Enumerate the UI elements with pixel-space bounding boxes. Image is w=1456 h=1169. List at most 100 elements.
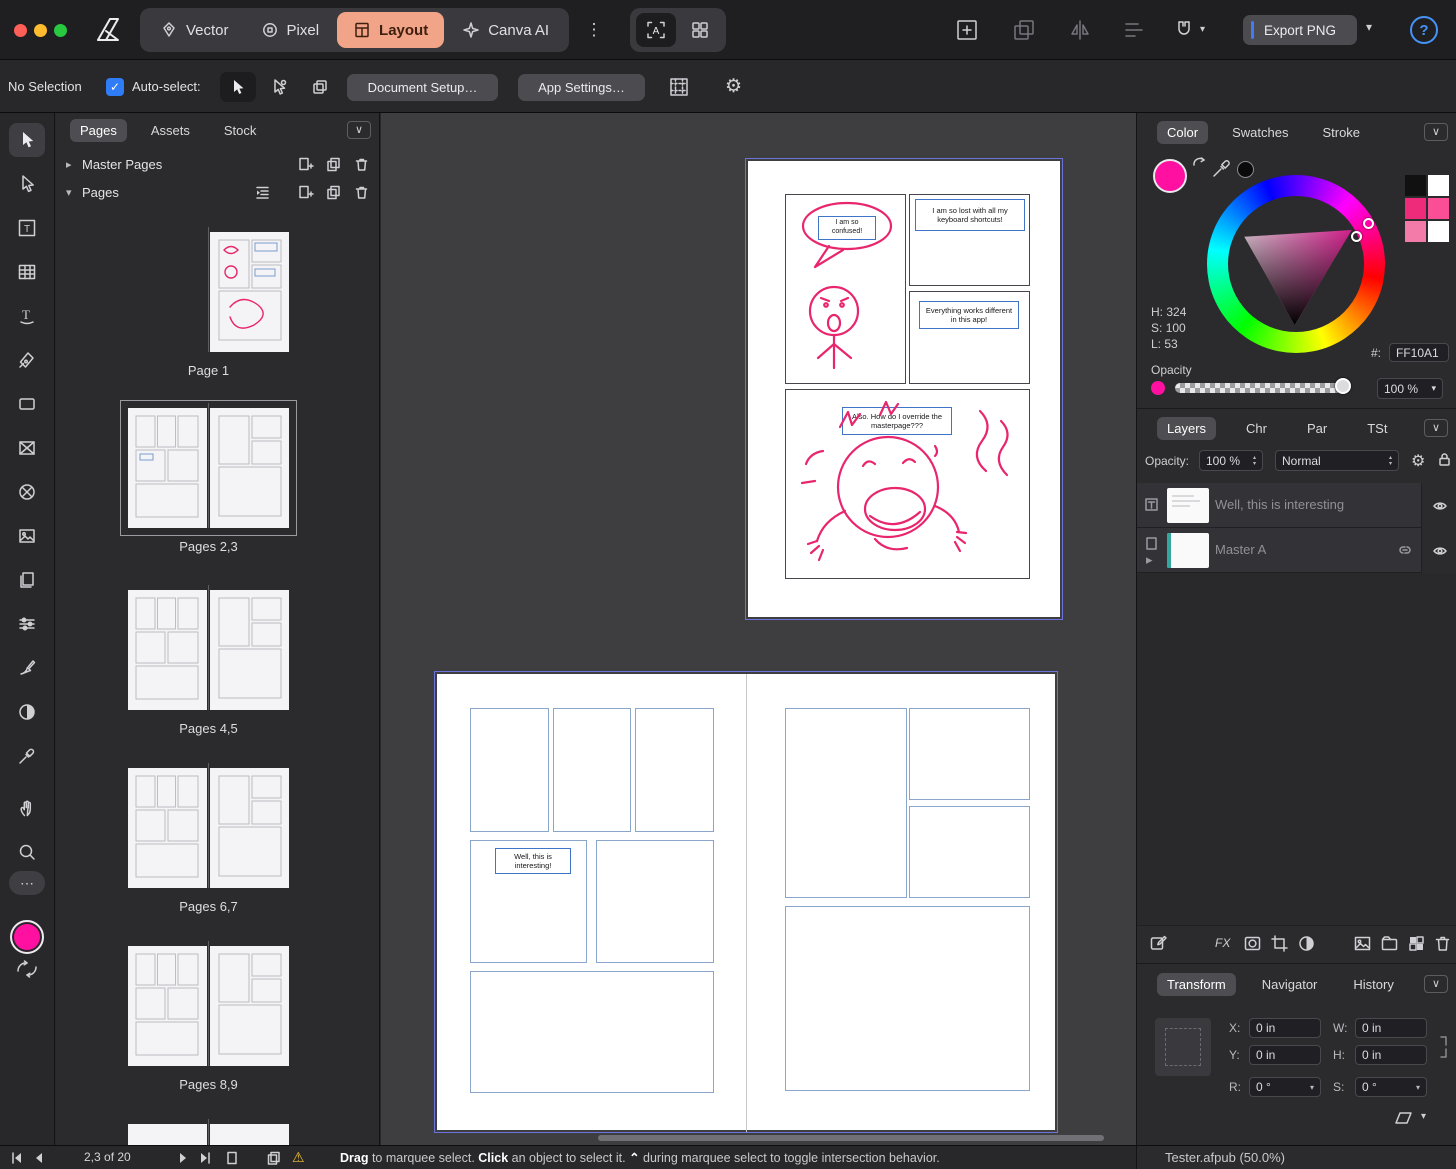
color-panel-menu-chevron[interactable]: ∨ <box>1424 123 1448 141</box>
adjustments-tool[interactable] <box>9 607 45 641</box>
hex-input[interactable]: FF10A1 <box>1389 343 1449 362</box>
previous-page-button[interactable] <box>32 1151 46 1165</box>
page-thumbnail-2-3[interactable]: Pages 2,3 <box>128 408 289 528</box>
active-color-indicator[interactable] <box>9 917 45 957</box>
auto-select-checkbox[interactable]: ✓ <box>106 78 124 96</box>
grid-options-button[interactable] <box>680 13 720 47</box>
duplicate-master-page-icon[interactable] <box>325 156 342 173</box>
tab-transform[interactable]: Transform <box>1157 973 1236 996</box>
select-cursor-button[interactable] <box>220 72 256 102</box>
tab-navigator[interactable]: Navigator <box>1252 973 1328 996</box>
page-thumbnail-8-9[interactable]: Pages 8,9 <box>128 946 289 1066</box>
publication-pages-tool[interactable] <box>9 563 45 597</box>
swatch[interactable] <box>1428 198 1449 219</box>
empty-panel-frame[interactable] <box>596 840 714 963</box>
empty-panel-frame[interactable] <box>470 708 549 832</box>
artistic-text-tool[interactable]: T <box>9 299 45 333</box>
pages-panel-menu-chevron[interactable]: ∨ <box>347 121 371 139</box>
horizontal-scrollbar[interactable] <box>598 1135 1104 1141</box>
delete-master-page-icon[interactable] <box>353 156 370 173</box>
table-tool[interactable] <box>9 255 45 289</box>
persona-pixel[interactable]: Pixel <box>245 8 336 52</box>
persona-vector[interactable]: Vector <box>144 8 245 52</box>
last-page-button[interactable] <box>198 1151 212 1165</box>
speech-bubble-text-frame[interactable]: I am so confused! <box>818 216 876 240</box>
rectangle-tool[interactable] <box>9 387 45 421</box>
swatch[interactable] <box>1428 175 1449 196</box>
page-thumbnail-partial[interactable] <box>128 1124 289 1145</box>
sl-selector-dot[interactable] <box>1351 231 1362 242</box>
persona-layout[interactable]: Layout <box>337 12 444 48</box>
shear-mode-chevron[interactable]: ▾ <box>1421 1111 1426 1122</box>
add-group-icon[interactable] <box>1380 934 1399 953</box>
flip-horizontal-button[interactable] <box>1068 18 1092 42</box>
add-page-icon[interactable] <box>297 184 314 201</box>
swatch[interactable] <box>1405 221 1426 242</box>
apply-master-icon[interactable] <box>254 184 271 201</box>
move-tool[interactable] <box>9 123 45 157</box>
color-picker-eyedropper-icon[interactable] <box>1211 157 1233 179</box>
hand-tool[interactable] <box>9 791 45 825</box>
more-tools-button[interactable]: ⋯ <box>9 871 45 895</box>
export-png-button[interactable]: Export PNG <box>1243 15 1357 45</box>
tab-layers[interactable]: Layers <box>1157 417 1216 440</box>
tab-tst[interactable]: TSt <box>1357 417 1397 440</box>
spread-view-button[interactable] <box>266 1150 282 1166</box>
layer-settings-gear-icon[interactable]: ⚙ <box>1411 451 1425 471</box>
empty-panel-frame[interactable] <box>470 971 714 1093</box>
add-adjustment-icon[interactable] <box>1407 934 1426 953</box>
persona-canva-ai[interactable]: Canva AI <box>446 8 565 52</box>
text-frame[interactable]: I am so lost with all my keyboard shortc… <box>915 199 1025 231</box>
document-canvas[interactable]: I am so confused! I am so lost with all … <box>381 113 1136 1145</box>
rotation-input[interactable]: 0 °▾ <box>1249 1077 1321 1097</box>
opacity-value-dropdown[interactable]: 100 % ▾ <box>1377 378 1443 399</box>
persona-overflow-menu[interactable]: ⋮ <box>584 18 604 42</box>
snapping-magnet-button[interactable] <box>1172 18 1196 42</box>
text-frame-well-interesting[interactable]: Well, this is interesting! <box>495 848 571 874</box>
tab-pages[interactable]: Pages <box>70 119 127 142</box>
empty-panel-frame[interactable] <box>785 708 907 898</box>
tab-stock[interactable]: Stock <box>214 119 267 142</box>
w-input[interactable]: 0 in <box>1355 1018 1427 1038</box>
margins-guides-button[interactable] <box>668 76 690 98</box>
duplicate-page-icon[interactable] <box>325 184 342 201</box>
picture-frame-rectangle-tool[interactable] <box>9 431 45 465</box>
tab-swatches[interactable]: Swatches <box>1222 121 1298 144</box>
link-dimensions-icon[interactable] <box>1437 1033 1449 1061</box>
text-frame[interactable]: Everything works different in this app! <box>919 301 1019 329</box>
fill-gradient-tool[interactable] <box>9 695 45 729</box>
document-pages-2-3[interactable]: Well, this is interesting! <box>437 674 1055 1130</box>
mask-icon[interactable] <box>1243 934 1262 953</box>
tab-stroke[interactable]: Stroke <box>1312 121 1370 144</box>
edit-layer-icon[interactable] <box>1149 934 1168 953</box>
tab-color[interactable]: Color <box>1157 121 1208 144</box>
page-thumbnail-1[interactable]: Page 1 <box>128 232 289 352</box>
snapping-dropdown-chevron[interactable]: ▾ <box>1200 24 1205 35</box>
spread-page-1[interactable]: I am so confused! I am so lost with all … <box>745 158 1063 620</box>
preferences-gear-button[interactable]: ⚙ <box>725 75 742 98</box>
pages-collapse-chevron[interactable]: ▾ <box>66 186 80 199</box>
page-thumbnail-4-5[interactable]: Pages 4,5 <box>128 590 289 710</box>
opacity-slider-knob[interactable] <box>1335 378 1351 394</box>
style-picker-tool[interactable] <box>9 739 45 773</box>
place-image-tool[interactable] <box>9 519 45 553</box>
next-page-button[interactable] <box>176 1151 190 1165</box>
layer-opacity-stepper[interactable]: 100 % ▴▾ <box>1199 450 1263 471</box>
swap-fill-stroke-icon[interactable] <box>14 959 40 979</box>
layer-visibility-toggle[interactable] <box>1421 483 1456 528</box>
add-image-layer-icon[interactable] <box>1353 934 1372 953</box>
close-window-button[interactable] <box>14 24 27 37</box>
help-button[interactable]: ? <box>1410 16 1438 44</box>
swatch[interactable] <box>1405 175 1426 196</box>
empty-panel-frame[interactable] <box>909 806 1030 898</box>
preflight-warning-icon[interactable]: ⚠ <box>292 1149 305 1166</box>
layer-row-master-a[interactable]: ▸ Master A <box>1137 528 1456 573</box>
single-page-view-button[interactable] <box>224 1150 240 1166</box>
document-page-1[interactable]: I am so confused! I am so lost with all … <box>748 161 1060 617</box>
tab-par[interactable]: Par <box>1297 417 1337 440</box>
swatch[interactable] <box>1405 198 1426 219</box>
empty-panel-frame[interactable] <box>909 708 1030 800</box>
y-input[interactable]: 0 in <box>1249 1045 1321 1065</box>
fx-icon[interactable]: FX <box>1215 936 1230 950</box>
zoom-tool[interactable] <box>9 835 45 869</box>
